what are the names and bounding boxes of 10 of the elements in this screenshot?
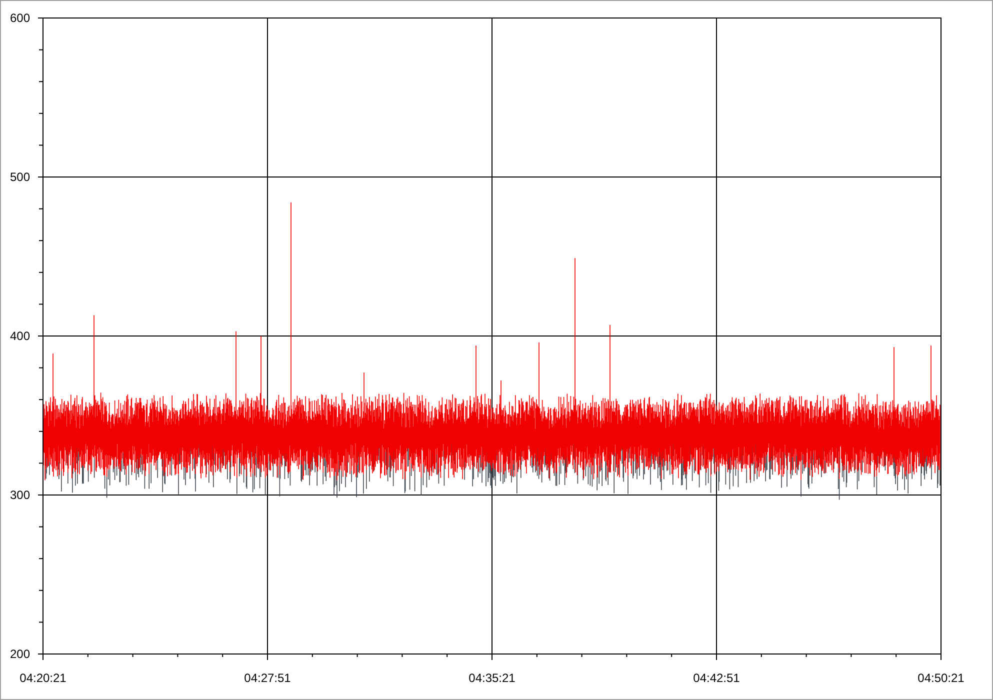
tick-label: 400 xyxy=(10,329,30,343)
tick-label: 04:50:21 xyxy=(918,671,964,685)
tick-label: 04:20:21 xyxy=(20,671,66,685)
tick-label: 500 xyxy=(10,170,30,184)
tick-label: 200 xyxy=(10,647,30,661)
tick-label: 04:27:51 xyxy=(244,671,291,685)
tick-label: 600 xyxy=(10,11,30,25)
tick-label: 04:35:21 xyxy=(468,671,516,685)
tick-label: 300 xyxy=(10,488,30,502)
tick-label: 04:42:51 xyxy=(693,671,740,685)
